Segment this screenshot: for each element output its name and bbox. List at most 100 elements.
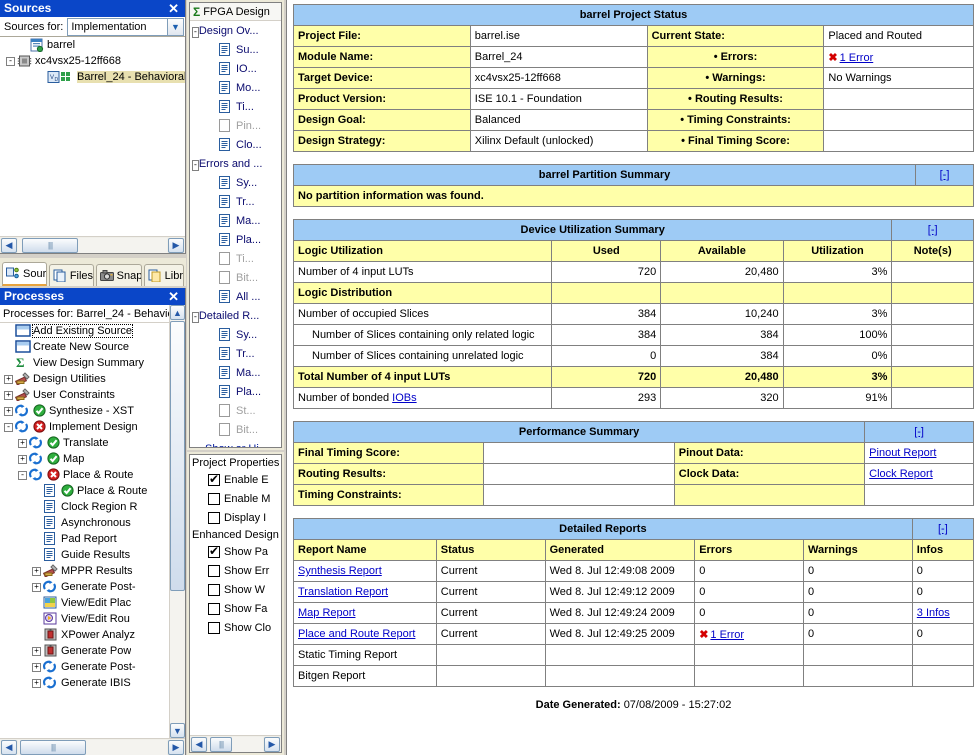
scroll-left-icon[interactable]: ◀ — [1, 237, 17, 253]
report-link[interactable]: Place and Route Report — [298, 628, 415, 640]
show-or-hide-link[interactable]: Show or Hi... — [190, 439, 281, 448]
tree-expander[interactable]: + — [16, 438, 29, 448]
checkbox[interactable] — [208, 602, 220, 615]
project-property-checkbox[interactable]: Enable M — [190, 489, 281, 508]
checkbox[interactable] — [208, 492, 220, 505]
design-summary-report[interactable]: barrel Project Status Project File: barre… — [286, 0, 980, 755]
process-item[interactable]: Asynchronous — [0, 515, 169, 531]
process-item[interactable]: + Generate Post- — [0, 579, 169, 595]
performance-value[interactable]: Clock Report — [864, 463, 974, 485]
process-item[interactable]: Guide Results — [0, 547, 169, 563]
design-overview-tree[interactable]: - Design Ov... Su... IO... Mo... Ti... Pin... C… — [190, 21, 281, 448]
design-overview-item[interactable]: Tr... — [190, 192, 281, 211]
checkbox[interactable] — [208, 621, 220, 634]
design-overview-item[interactable]: - Errors and ... — [190, 154, 281, 173]
error-link[interactable]: 1 Error — [710, 629, 744, 641]
project-property-checkbox[interactable]: Enable E — [190, 470, 281, 489]
checkbox[interactable] — [208, 544, 220, 558]
scroll-track[interactable]: |||| — [18, 739, 167, 755]
tree-expander[interactable]: + — [2, 374, 15, 384]
report-errors-cell[interactable]: ✖ 1 Error — [694, 623, 804, 645]
utilization-label[interactable]: Number of bonded IOBs — [292, 387, 553, 409]
design-overview-item[interactable]: Sy... — [190, 173, 281, 192]
collapse-toggle[interactable]: [-] — [911, 518, 975, 540]
design-overview-item[interactable]: Ti... — [190, 249, 281, 268]
scroll-right-icon[interactable]: ▶ — [264, 736, 280, 752]
process-item[interactable]: + Generate Post- — [0, 659, 169, 675]
tree-expander[interactable]: + — [30, 678, 43, 688]
design-overview-item[interactable]: Mo... — [190, 78, 281, 97]
tree-expander[interactable]: - — [192, 158, 199, 171]
process-item[interactable]: - Implement Design — [0, 419, 169, 435]
process-item[interactable]: + Translate — [0, 435, 169, 451]
design-overview-item[interactable]: Pla... — [190, 382, 281, 401]
collapse-link[interactable]: [-] — [928, 224, 938, 236]
tab-sources[interactable]: Sour — [2, 262, 47, 286]
report-name-cell[interactable]: Place and Route Report — [293, 623, 437, 645]
tree-item-project[interactable]: barrel — [0, 37, 185, 53]
tree-expander[interactable]: - — [192, 25, 199, 38]
design-overview-item[interactable]: Pin... — [190, 116, 281, 135]
processes-vertical-scrollbar[interactable]: ▲ ▼ — [169, 305, 185, 738]
project-properties-checkbox-list[interactable]: Enable E Enable M Display I — [190, 470, 281, 527]
scroll-right-icon[interactable]: ▶ — [168, 237, 184, 253]
scroll-track[interactable]: |||| — [18, 237, 167, 253]
report-name-cell[interactable]: Map Report — [293, 602, 437, 624]
design-overview-item[interactable]: - Design Ov... — [190, 21, 281, 40]
design-overview-item[interactable]: St... — [190, 401, 281, 420]
checkbox[interactable] — [208, 564, 220, 577]
process-item[interactable]: Add Existing Source — [0, 323, 169, 339]
checkbox[interactable] — [208, 511, 220, 524]
processes-tree[interactable]: Add Existing Source Create New Source Σ Vie… — [0, 323, 169, 738]
tree-expander[interactable]: + — [30, 662, 43, 672]
tree-expander[interactable]: - — [16, 470, 29, 480]
report-infos-cell[interactable]: 3 Infos — [911, 602, 975, 624]
tree-item-module[interactable]: V D Barrel_24 - Behavioral — [0, 69, 185, 85]
scroll-thumb[interactable]: |||| — [210, 736, 232, 752]
tree-expander[interactable]: - — [2, 422, 15, 432]
checkbox[interactable] — [208, 583, 220, 596]
close-icon[interactable]: ✕ — [166, 2, 181, 15]
status-value[interactable]: ✖ 1 Error — [823, 46, 974, 68]
collapse-link[interactable]: [-] — [938, 523, 948, 535]
report-name-cell[interactable]: Synthesis Report — [293, 560, 437, 582]
performance-value[interactable]: Pinout Report — [864, 442, 974, 464]
report-link[interactable]: Synthesis Report — [298, 565, 382, 577]
enhanced-summary-checkbox[interactable]: Show Clo — [190, 618, 281, 637]
report-link[interactable]: Map Report — [298, 607, 355, 619]
process-item[interactable]: + Generate IBIS — [0, 675, 169, 691]
scroll-thumb[interactable]: |||| — [22, 237, 78, 253]
collapse-toggle[interactable]: [-] — [864, 421, 974, 443]
tree-expander[interactable]: + — [2, 390, 15, 400]
process-item[interactable]: View/Edit Plac — [0, 595, 169, 611]
design-overview-item[interactable]: All ... — [190, 287, 281, 306]
tab-libraries[interactable]: Libr — [143, 264, 184, 286]
design-overview-item[interactable]: Ma... — [190, 211, 281, 230]
tree-item-device[interactable]: - xc4vsx25-12ff668 — [0, 53, 185, 69]
scroll-track[interactable]: |||| — [208, 736, 263, 752]
sources-horizontal-scrollbar[interactable]: ◀ |||| ▶ — [0, 236, 185, 253]
process-item[interactable]: Σ View Design Summary — [0, 355, 169, 371]
process-item[interactable]: Place & Route — [0, 483, 169, 499]
report-link[interactable]: Clock Report — [869, 468, 933, 480]
tab-files[interactable]: Files — [48, 264, 94, 286]
report-name-cell[interactable]: Translation Report — [293, 581, 437, 603]
design-overview-item[interactable]: Su... — [190, 40, 281, 59]
tree-expander[interactable]: + — [30, 566, 43, 576]
process-item[interactable]: + Generate Pow — [0, 643, 169, 659]
enhanced-design-summary-checkbox-list[interactable]: Show Pa Show Err Show W Show Fa Show Clo — [190, 542, 281, 637]
design-overview-item[interactable]: Clo... — [190, 135, 281, 154]
report-link[interactable]: Pinout Report — [869, 447, 936, 459]
process-item[interactable]: View/Edit Rou — [0, 611, 169, 627]
process-item[interactable]: Clock Region R — [0, 499, 169, 515]
scroll-thumb[interactable]: |||| — [20, 739, 86, 755]
scroll-left-icon[interactable]: ◀ — [191, 736, 207, 752]
design-overview-item[interactable]: - Detailed R... — [190, 306, 281, 325]
tree-expander[interactable]: + — [30, 582, 43, 592]
sources-tree[interactable]: barrel - xc4vsx25-12ff668 V D Barrel_24 … — [0, 37, 185, 236]
enhanced-summary-checkbox[interactable]: Show Err — [190, 561, 281, 580]
infos-link[interactable]: 3 Infos — [917, 607, 950, 619]
processes-horizontal-scrollbar[interactable]: ◀ |||| ▶ — [0, 738, 185, 755]
process-item[interactable]: + MPPR Results — [0, 563, 169, 579]
process-item[interactable]: XPower Analyz — [0, 627, 169, 643]
